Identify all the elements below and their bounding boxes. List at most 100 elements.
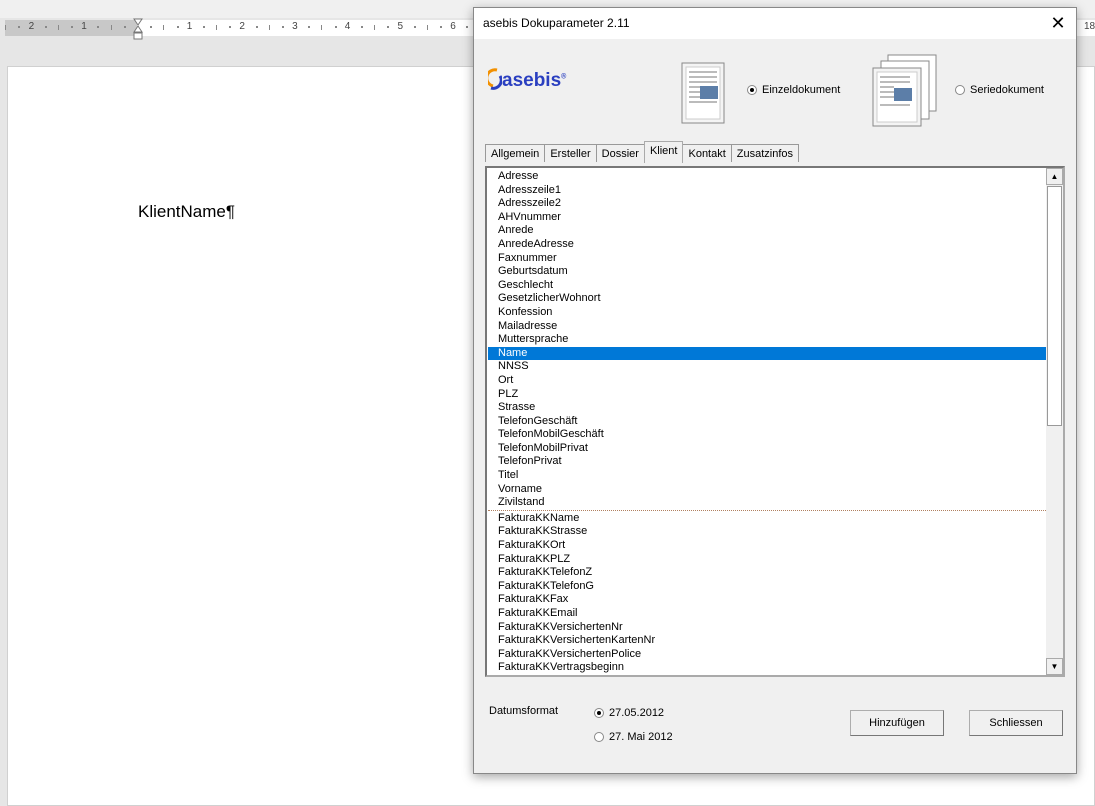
radio-label: Einzeldokument bbox=[762, 84, 841, 96]
list-item[interactable]: TelefonMobilPrivat bbox=[488, 442, 1046, 456]
list-item[interactable]: Adresse bbox=[488, 170, 1046, 184]
tab-ersteller[interactable]: Ersteller bbox=[544, 144, 597, 162]
scrollbar[interactable]: ▲ ▼ bbox=[1046, 168, 1063, 675]
ruler-tick bbox=[176, 26, 179, 28]
ruler-tick bbox=[374, 25, 376, 30]
ruler-number: 1 bbox=[186, 21, 193, 32]
ruler-tick bbox=[44, 26, 47, 28]
tab-klient[interactable]: Klient bbox=[643, 141, 684, 163]
logo-swirl-icon bbox=[485, 68, 503, 90]
radio-label: Seriedokument bbox=[970, 84, 1044, 96]
list-item[interactable]: FakturaKKStrasse bbox=[488, 525, 1046, 539]
radio-indicator[interactable] bbox=[594, 708, 604, 718]
list-item[interactable]: FakturaKKVersichertenPolice bbox=[488, 648, 1046, 662]
ruler-tick bbox=[387, 26, 390, 28]
ruler-margin bbox=[5, 20, 137, 36]
list-item[interactable]: Titel bbox=[488, 469, 1046, 483]
ruler-tick bbox=[440, 26, 443, 28]
tab-allgemein[interactable]: Allgemein bbox=[485, 144, 546, 162]
tab-zusatzinfos[interactable]: Zusatzinfos bbox=[730, 144, 800, 162]
ruler-tick bbox=[97, 26, 100, 28]
list-item[interactable]: FakturaKKEmail bbox=[488, 607, 1046, 621]
datumsformat-label: Datumsformat bbox=[489, 705, 559, 717]
ruler-tick bbox=[268, 25, 270, 30]
radio-einzeldokument[interactable]: Einzeldokument bbox=[747, 84, 840, 96]
dokuparameter-dialog: asebis Dokuparameter 2.11 ✕ asebis® Einz… bbox=[473, 7, 1077, 774]
close-icon[interactable]: ✕ bbox=[1048, 13, 1068, 34]
ruler-tick bbox=[360, 26, 363, 28]
group-separator bbox=[488, 509, 1046, 511]
tab-kontakt[interactable]: Kontakt bbox=[682, 144, 732, 162]
indent-marker[interactable] bbox=[133, 18, 143, 40]
list-item[interactable]: Geschlecht bbox=[488, 279, 1046, 293]
scroll-up-icon[interactable]: ▲ bbox=[1046, 168, 1063, 185]
single-document-icon bbox=[681, 62, 725, 124]
list-item[interactable]: Geburtsdatum bbox=[488, 265, 1046, 279]
tab-dossier[interactable]: Dossier bbox=[595, 144, 645, 162]
ruler-tick bbox=[334, 26, 337, 28]
list-item[interactable]: AnredeAdresse bbox=[488, 238, 1046, 252]
ruler-tick bbox=[123, 26, 126, 28]
list-item[interactable]: Adresszeile1 bbox=[488, 184, 1046, 198]
list-item[interactable]: PLZ bbox=[488, 388, 1046, 402]
ruler-tick bbox=[150, 26, 153, 28]
list-item[interactable]: FakturaKKTelefonZ bbox=[488, 566, 1046, 580]
list-item[interactable]: Zivilstand bbox=[488, 496, 1046, 510]
list-item[interactable]: Muttersprache bbox=[488, 333, 1046, 347]
list-item[interactable]: GesetzlicherWohnort bbox=[488, 292, 1046, 306]
list-item[interactable]: Faxnummer bbox=[488, 252, 1046, 266]
list-item[interactable]: Adresszeile2 bbox=[488, 197, 1046, 211]
radio-indicator[interactable] bbox=[594, 732, 604, 742]
list-item[interactable]: FakturaKKTelefonG bbox=[488, 580, 1046, 594]
list-item[interactable]: TelefonMobilGeschäft bbox=[488, 428, 1046, 442]
ruler-tick bbox=[426, 25, 428, 30]
radio-label: 27. Mai 2012 bbox=[609, 731, 673, 743]
list-item[interactable]: Name bbox=[488, 346, 1046, 361]
asebis-logo: asebis® bbox=[485, 68, 566, 92]
dialog-title: asebis Dokuparameter 2.11 bbox=[483, 16, 630, 30]
list-item[interactable]: AHVnummer bbox=[488, 211, 1046, 225]
radio-date-long[interactable]: 27. Mai 2012 bbox=[594, 731, 673, 743]
field-listbox[interactable]: Adresse Adresszeile1 Adresszeile2 AHVnummer… bbox=[485, 166, 1065, 677]
list-item[interactable]: Anrede bbox=[488, 224, 1046, 238]
list-item[interactable]: Ort bbox=[488, 374, 1046, 388]
ruler-tick bbox=[229, 26, 232, 28]
scroll-thumb[interactable] bbox=[1047, 186, 1062, 426]
radio-date-numeric[interactable]: 27.05.2012 bbox=[594, 707, 664, 719]
radio-indicator[interactable] bbox=[955, 85, 965, 95]
serial-document-icon bbox=[872, 54, 937, 127]
radio-indicator[interactable] bbox=[747, 85, 757, 95]
list-item[interactable]: NNSS bbox=[488, 360, 1046, 374]
ruler-number: 2 bbox=[28, 21, 35, 32]
radio-label: 27.05.2012 bbox=[609, 707, 665, 719]
list-item[interactable]: FakturaKKOrt bbox=[488, 539, 1046, 553]
list-item[interactable]: Strasse bbox=[488, 401, 1046, 415]
list-item[interactable]: FakturaKKPLZ bbox=[488, 553, 1046, 567]
ruler-tick bbox=[255, 26, 258, 28]
list-item[interactable]: TelefonGeschäft bbox=[488, 415, 1046, 429]
list-item[interactable]: FakturaKKName bbox=[488, 512, 1046, 526]
list-item[interactable]: FakturaKKVertragsbeginn bbox=[488, 661, 1046, 675]
ruler-number: 3 bbox=[292, 21, 298, 32]
list-item[interactable]: Vorname bbox=[488, 483, 1046, 497]
list-item[interactable]: FakturaKKVersichertenKartenNr bbox=[488, 634, 1046, 648]
ruler-tick bbox=[321, 25, 323, 30]
ruler-tick bbox=[281, 26, 284, 28]
ruler-tick bbox=[5, 25, 7, 30]
list-item[interactable]: Konfession bbox=[488, 306, 1046, 320]
document-text[interactable]: KlientName¶ bbox=[138, 202, 235, 222]
list-item[interactable]: TelefonPrivat bbox=[488, 455, 1046, 469]
field-list[interactable]: Adresse Adresszeile1 Adresszeile2 AHVnummer… bbox=[488, 170, 1046, 675]
title-bar[interactable]: asebis Dokuparameter 2.11 ✕ bbox=[474, 8, 1076, 39]
tab-bar: Allgemein Ersteller Dossier Klient Kontakt Zu… bbox=[485, 141, 800, 163]
list-item[interactable]: Mailadresse bbox=[488, 320, 1046, 334]
ruler-tick bbox=[202, 26, 205, 28]
scroll-down-icon[interactable]: ▼ bbox=[1046, 658, 1063, 675]
ruler-tick bbox=[57, 25, 59, 30]
list-item[interactable]: FakturaKKVersichertenNr bbox=[488, 621, 1046, 635]
radio-seriedokument[interactable]: Seriedokument bbox=[955, 84, 1044, 96]
hinzufuegen-button[interactable]: Hinzufügen bbox=[850, 710, 944, 736]
ruler-tick bbox=[71, 26, 74, 28]
list-item[interactable]: FakturaKKFax bbox=[488, 593, 1046, 607]
schliessen-button[interactable]: Schliessen bbox=[969, 710, 1063, 736]
